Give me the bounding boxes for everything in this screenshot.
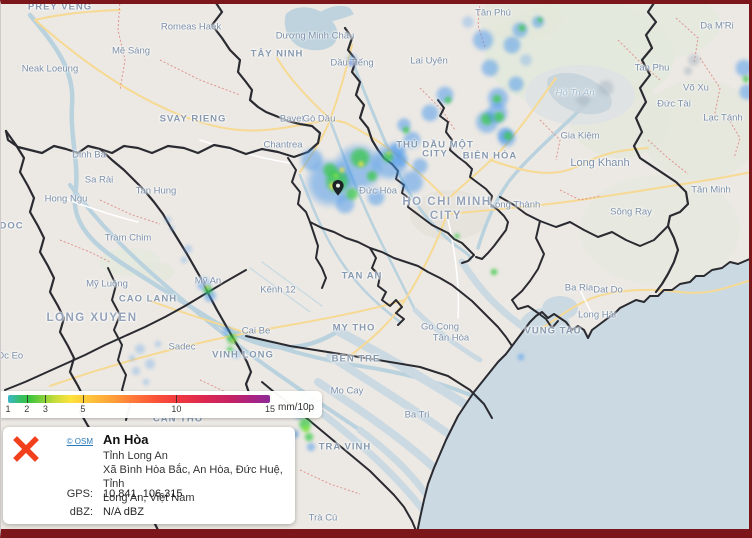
location-title: An Hòa — [103, 432, 149, 447]
legend-bar-tick — [83, 395, 84, 403]
legend-tick-label: 3 — [43, 404, 48, 414]
gps-label: GPS: — [3, 488, 93, 500]
dbz-label: dBZ: — [3, 506, 93, 518]
legend-unit-label: mm/10p — [278, 402, 314, 413]
legend-tick-label: 1 — [5, 404, 10, 414]
location-info-panel: © OSM An Hòa Tỉnh Long An Xã Bình Hòa Bắ… — [3, 427, 295, 524]
legend-tick-label: 2 — [24, 404, 29, 414]
legend-bar-tick — [27, 395, 28, 403]
legend-tick-label: 15 — [265, 404, 275, 414]
location-marker-pin — [332, 178, 344, 198]
legend-tick-labels: 1 2 3 5 10 15 — [0, 404, 322, 416]
legend-bar-tick — [45, 395, 46, 403]
legend-gradient-bar — [8, 395, 270, 403]
legend-tick-label: 10 — [171, 404, 181, 414]
dbz-value: N/A dBZ — [103, 506, 144, 518]
precipitation-legend: 1 2 3 5 10 15 mm/10p — [0, 391, 322, 418]
gps-value: 10.841, 106.315 — [103, 488, 183, 500]
legend-bar-tick — [176, 395, 177, 403]
address-line: Xã Bình Hòa Bắc, An Hòa, Đức Huệ, Tỉnh — [103, 463, 285, 491]
legend-tick-label: 5 — [80, 404, 85, 414]
osm-attribution-link[interactable]: © OSM — [3, 437, 93, 446]
map-canvas[interactable]: PREY VENGRomeas HaekMê SángNeak LoeungSV… — [0, 0, 752, 538]
address-line: Tỉnh Long An — [103, 449, 285, 463]
